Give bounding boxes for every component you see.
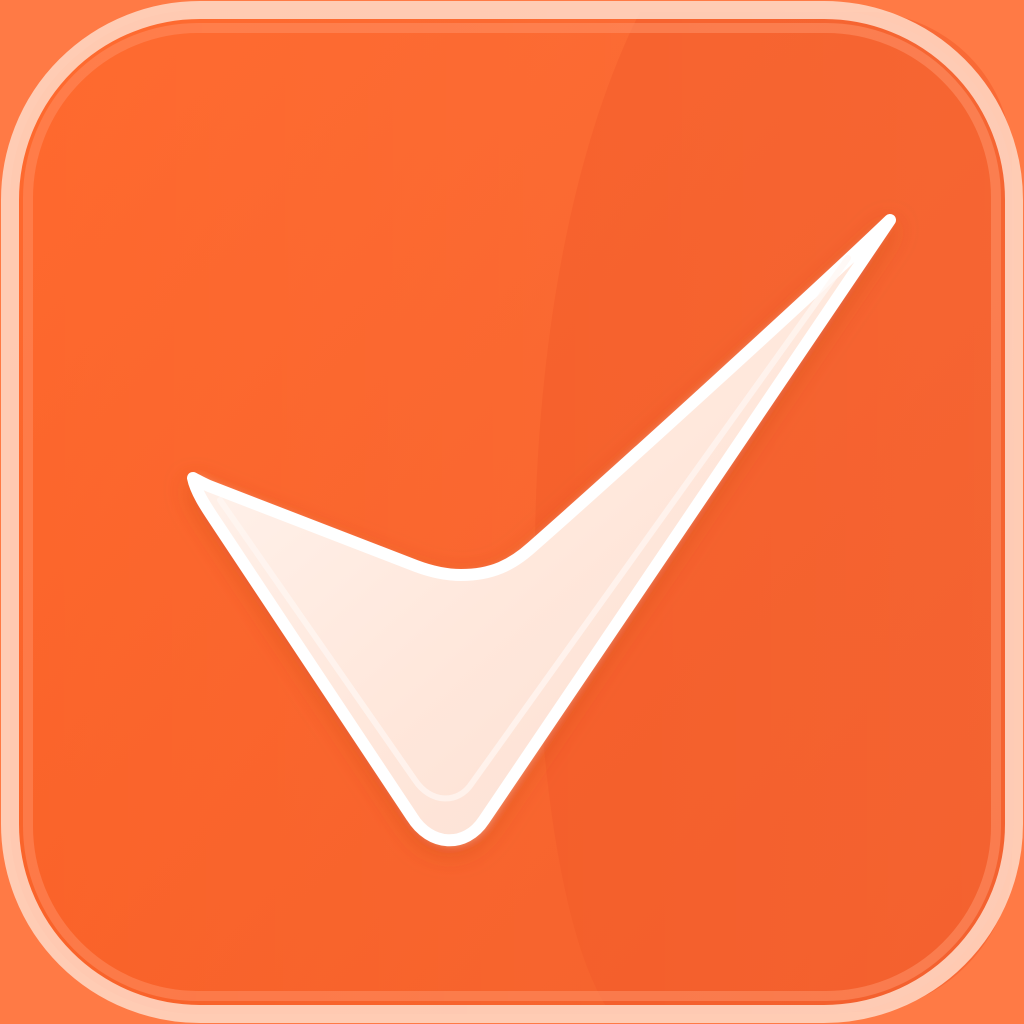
app-icon-graphic [0,0,1024,1024]
gloss [10,10,1014,1014]
app-icon[interactable] [0,0,1024,1024]
